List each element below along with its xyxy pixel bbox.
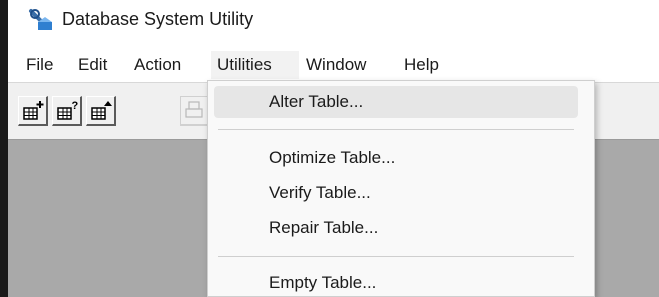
menu-item-repair-table[interactable]: Repair Table... [214, 212, 578, 244]
menu-item-optimize-table[interactable]: Optimize Table... [214, 142, 578, 174]
menu-separator [218, 256, 574, 257]
menu-action[interactable]: Action [128, 51, 187, 79]
title-bar: Database System Utility [8, 0, 659, 42]
move-up-table-button[interactable] [86, 96, 116, 126]
menu-separator [218, 129, 574, 130]
menu-file[interactable]: File [20, 51, 59, 79]
app-window: Database System Utility File Edit Action… [8, 0, 659, 297]
window-title: Database System Utility [62, 9, 254, 29]
utilities-dropdown-menu: Alter Table... Optimize Table... Verify … [207, 80, 595, 297]
menu-utilities[interactable]: Utilities [211, 51, 299, 79]
menu-edit[interactable]: Edit [72, 51, 113, 79]
magnifier-database-icon [28, 8, 54, 32]
new-table-button[interactable] [18, 96, 48, 126]
svg-text:?: ? [72, 100, 79, 112]
query-table-button[interactable]: ? [52, 96, 82, 126]
menu-bar: File Edit Action Utilities Window Help [8, 48, 659, 82]
print-button[interactable] [180, 96, 210, 126]
menu-item-alter-table[interactable]: Alter Table... [214, 86, 578, 118]
window-left-edge [0, 0, 8, 297]
menu-item-verify-table[interactable]: Verify Table... [214, 177, 578, 209]
menu-window[interactable]: Window [300, 51, 372, 79]
menu-item-empty-table[interactable]: Empty Table... [214, 267, 578, 297]
menu-help[interactable]: Help [398, 51, 445, 79]
